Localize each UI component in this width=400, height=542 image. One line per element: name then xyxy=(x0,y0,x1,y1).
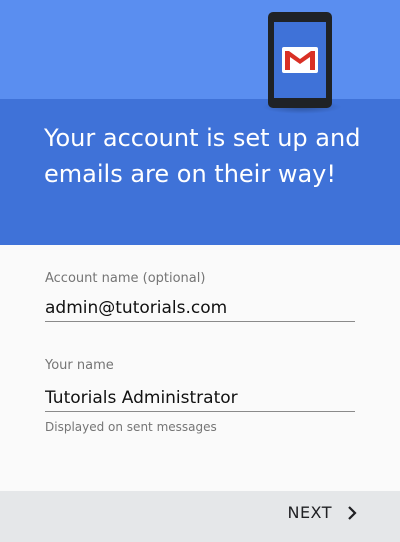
gmail-icon xyxy=(282,47,318,73)
footer-bar: NEXT xyxy=(0,491,400,542)
your-name-helper-text: Displayed on sent messages xyxy=(45,420,217,434)
account-name-input[interactable] xyxy=(45,298,355,322)
account-name-label: Account name (optional) xyxy=(45,271,206,286)
setup-screen: Your account is set up and emails are on… xyxy=(0,0,400,542)
header-banner: Your account is set up and emails are on… xyxy=(0,0,400,245)
your-name-input[interactable] xyxy=(45,388,355,412)
header-top-band xyxy=(0,0,400,99)
phone-screen xyxy=(274,22,326,98)
chevron-right-icon xyxy=(348,505,357,520)
phone-illustration xyxy=(268,12,332,108)
your-name-label: Your name xyxy=(45,358,114,373)
next-button-label: NEXT xyxy=(287,503,332,522)
next-button[interactable]: NEXT xyxy=(287,503,358,522)
page-title: Your account is set up and emails are on… xyxy=(44,124,361,188)
